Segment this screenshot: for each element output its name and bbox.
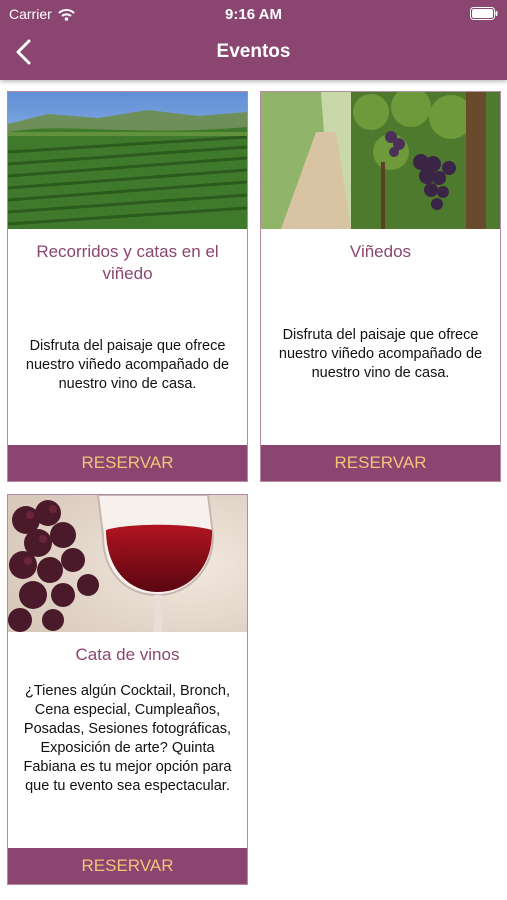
- event-title: Recorridos y catas en el viñedo: [36, 242, 219, 283]
- reservar-button[interactable]: RESERVAR: [261, 445, 500, 481]
- vineyard-hills-image: [8, 92, 247, 229]
- grape-vines-image: [261, 92, 500, 229]
- reservar-button[interactable]: RESERVAR: [8, 848, 247, 884]
- event-description: ¿Tienes algún Cocktail, Bronch, Cena esp…: [23, 683, 232, 794]
- event-description: Disfruta del paisaje que ofrece nuestro …: [278, 327, 483, 381]
- event-title: Viñedos: [349, 242, 412, 261]
- navigation-header: Carrier 9:16 AM Eventos: [0, 0, 507, 80]
- wine-glass-image: [8, 495, 247, 632]
- event-description: Disfruta del paisaje que ofrece nuestro …: [25, 338, 230, 392]
- event-card: Cata de vinos ¿Tienes algún Cocktail, Br…: [7, 494, 248, 885]
- event-title: Cata de vinos: [75, 645, 180, 664]
- page-title: Eventos: [216, 41, 291, 62]
- battery-icon: [470, 7, 498, 20]
- event-card: Recorridos y catas en el viñedo Disfruta…: [7, 91, 248, 482]
- reservar-button[interactable]: RESERVAR: [8, 445, 247, 481]
- event-card: Viñedos Disfruta del paisaje que ofrece …: [260, 91, 501, 482]
- status-time: 9:16 AM: [225, 6, 282, 23]
